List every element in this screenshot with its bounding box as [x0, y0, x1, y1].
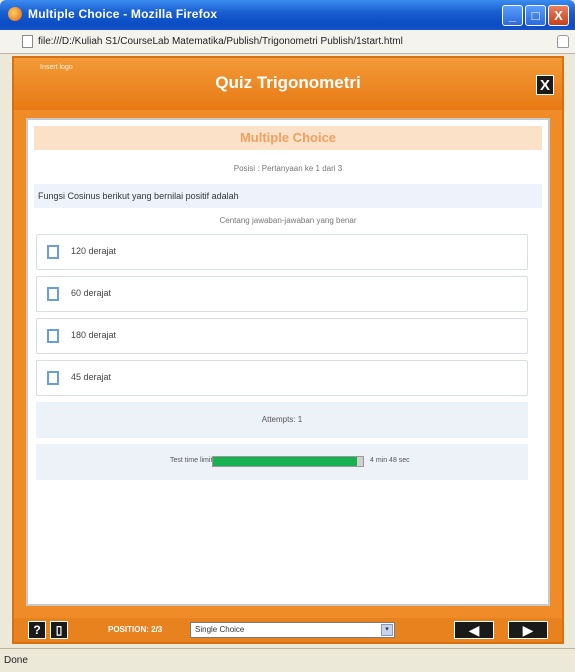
position-text: Posisi : Pertanyaan ke 1 dari 3: [233, 164, 343, 173]
question-text: Fungsi Cosinus berikut yang bernilai pos…: [34, 184, 542, 208]
close-window-button[interactable]: X: [548, 5, 569, 26]
firefox-icon: [8, 7, 22, 21]
minimize-button[interactable]: _: [502, 5, 523, 26]
quiz-header: Insert logo Quiz Trigonometri X: [14, 58, 562, 110]
help-button[interactable]: ?: [28, 621, 46, 639]
prev-button[interactable]: ◀: [454, 621, 494, 639]
next-button[interactable]: ▶: [508, 621, 548, 639]
time-value: 4 min 48 sec: [370, 457, 410, 464]
time-label: Test time limit: [170, 457, 213, 464]
quiz-title: Quiz Trigonometri: [215, 73, 361, 92]
position-label: POSITION: 2/3: [108, 625, 163, 634]
status-bar: Done: [0, 648, 575, 672]
chevron-down-icon[interactable]: ▾: [381, 624, 393, 636]
option-1[interactable]: 120 derajat: [36, 234, 528, 270]
url-text[interactable]: file:///D:/Kuliah S1/CourseLab Matematik…: [38, 36, 403, 47]
quiz-footer: ? ▯ POSITION: 2/3 Single Choice ▾ ◀ ▶: [14, 618, 562, 642]
page-icon: [22, 35, 33, 48]
option-label: 45 derajat: [71, 372, 112, 382]
attempts-text: Attempts: 1: [36, 402, 528, 438]
option-checkbox[interactable]: [47, 329, 59, 343]
time-progress-fill: [213, 457, 357, 466]
option-checkbox[interactable]: [47, 371, 59, 385]
instruction-text: Centang jawaban-jawaban yang benar: [219, 216, 357, 225]
window-controls: _ □ X: [502, 5, 569, 26]
time-progress-bar: [212, 456, 364, 467]
option-3[interactable]: 180 derajat: [36, 318, 528, 354]
select-value: Single Choice: [195, 625, 245, 634]
option-4[interactable]: 45 derajat: [36, 360, 528, 396]
window-title: Multiple Choice - Mozilla Firefox: [28, 7, 218, 21]
close-quiz-button[interactable]: X: [536, 75, 554, 95]
firefox-window: Multiple Choice - Mozilla Firefox _ □ X …: [0, 0, 575, 672]
option-label: 180 derajat: [71, 330, 117, 340]
time-limit-box: Test time limit 4 min 48 sec: [36, 444, 528, 480]
logo-placeholder: Insert logo: [40, 64, 73, 71]
option-label: 60 derajat: [71, 288, 112, 298]
title-bar: Multiple Choice - Mozilla Firefox _ □ X: [0, 0, 575, 30]
card-title: Multiple Choice: [34, 126, 542, 150]
page-icon-button[interactable]: ▯: [50, 621, 68, 639]
option-checkbox[interactable]: [47, 245, 59, 259]
option-label: 120 derajat: [71, 246, 117, 256]
option-checkbox[interactable]: [47, 287, 59, 301]
question-card: Multiple Choice Posisi : Pertanyaan ke 1…: [26, 118, 550, 606]
status-text: Done: [4, 655, 28, 666]
option-2[interactable]: 60 derajat: [36, 276, 528, 312]
address-bar[interactable]: file:///D:/Kuliah S1/CourseLab Matematik…: [0, 30, 575, 54]
quiz-app: Insert logo Quiz Trigonometri X Multiple…: [12, 56, 564, 644]
site-info-icon[interactable]: [557, 35, 569, 48]
question-type-select[interactable]: Single Choice ▾: [190, 622, 395, 638]
maximize-button[interactable]: □: [525, 5, 546, 26]
